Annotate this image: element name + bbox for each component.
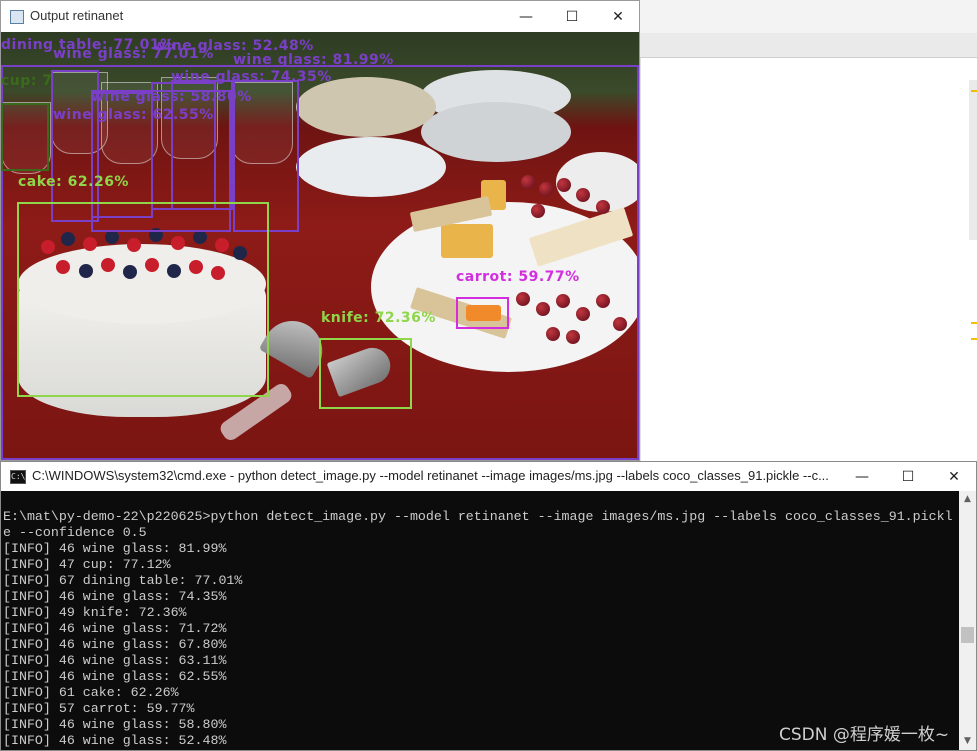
console-line: [INFO] 46 wine glass: 67.80%: [3, 637, 227, 652]
console-window: C:\ C:\WINDOWS\system32\cmd.exe - python…: [0, 461, 977, 751]
detection-label-wine-glass: wine glass: 81.99%: [233, 52, 394, 68]
console-scrollbar[interactable]: ▲ ▼: [959, 491, 976, 750]
console-line: [INFO] 49 knife: 72.36%: [3, 605, 187, 620]
close-button[interactable]: ✕: [931, 462, 977, 491]
console-line: [INFO] 67 dining table: 77.01%: [3, 573, 243, 588]
detection-label-wine-glass: wine glass: 58.80%: [91, 89, 252, 105]
console-output[interactable]: E:\mat\py-demo-22\p220625>python detect_…: [3, 509, 958, 749]
detection-label-knife: knife: 72.36%: [321, 310, 436, 326]
detection-box-cup: [1, 103, 49, 171]
maximize-button[interactable]: ☐: [549, 1, 595, 32]
console-line: [INFO] 46 wine glass: 63.11%: [3, 653, 227, 668]
minimize-button[interactable]: —: [839, 462, 885, 491]
scroll-down-arrow-icon[interactable]: ▼: [959, 733, 976, 750]
detection-label-cup: cup: 7: [1, 73, 53, 89]
console-line: e --confidence 0.5: [3, 525, 147, 540]
detection-box-knife: [319, 338, 412, 409]
output-titlebar[interactable]: Output retinanet — ☐ ✕: [1, 1, 639, 32]
detection-image: dining table: 77.01% cup: 7 wine glass: …: [1, 32, 639, 460]
output-window-title: Output retinanet: [30, 8, 124, 23]
change-marker: [971, 322, 977, 324]
watermark: CSDN @程序媛一枚~: [779, 725, 950, 745]
background-ribbon: [640, 33, 977, 58]
minimize-button[interactable]: —: [503, 1, 549, 32]
detection-label-cake: cake: 62.26%: [18, 174, 129, 190]
console-line: E:\mat\py-demo-22\p220625>python detect_…: [3, 509, 953, 524]
console-line: [INFO] 46 wine glass: 81.99%: [3, 541, 227, 556]
close-button[interactable]: ✕: [595, 1, 641, 32]
background-document: [640, 58, 977, 461]
console-window-title: C:\WINDOWS\system32\cmd.exe - python det…: [32, 468, 829, 483]
change-marker: [971, 90, 977, 92]
detection-box-cake: [17, 202, 269, 397]
scrollbar-thumb[interactable]: [961, 627, 974, 643]
console-line: [INFO] 47 cup: 77.12%: [3, 557, 171, 572]
console-titlebar[interactable]: C:\ C:\WINDOWS\system32\cmd.exe - python…: [1, 462, 976, 491]
scroll-up-arrow-icon[interactable]: ▲: [959, 491, 976, 508]
output-window: Output retinanet — ☐ ✕ dining table: 77.…: [0, 0, 640, 461]
maximize-button[interactable]: ☐: [885, 462, 931, 491]
console-line: [INFO] 61 cake: 62.26%: [3, 685, 179, 700]
change-marker: [971, 338, 977, 340]
detection-label-carrot: carrot: 59.77%: [456, 269, 580, 285]
console-line: [INFO] 46 wine glass: 62.55%: [3, 669, 227, 684]
console-line: [INFO] 57 carrot: 59.77%: [3, 701, 195, 716]
console-line: [INFO] 46 wine glass: 74.35%: [3, 589, 227, 604]
background-scrollbar[interactable]: [969, 80, 977, 240]
background-app-window: [640, 0, 977, 461]
detection-label-wine-glass: wine glass: 74.35%: [171, 69, 332, 85]
background-toolbar: [640, 0, 977, 34]
cmd-icon: C:\: [10, 470, 26, 484]
detection-box-carrot: [456, 297, 509, 329]
detection-label-wine-glass: wine glass: 62.55%: [53, 107, 214, 123]
console-line: [INFO] 46 wine glass: 71.72%: [3, 621, 227, 636]
window-app-icon: [10, 10, 24, 24]
